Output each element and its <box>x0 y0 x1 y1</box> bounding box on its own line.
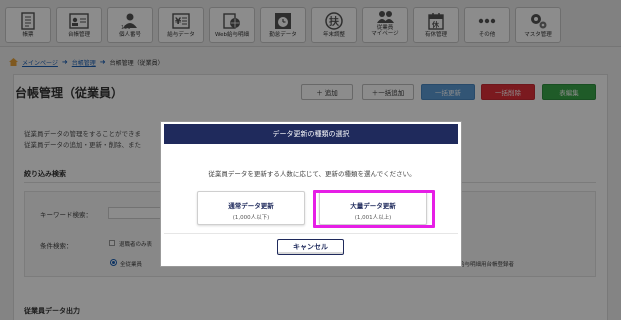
normal-update-subtitle: (1,000人以下) <box>232 215 270 221</box>
normal-update-title: 通常データ更新 <box>228 202 274 210</box>
dialog-divider <box>164 233 458 234</box>
dialog-message: 従業員データを更新する人数に応じて、更新の種類を選んでください。 <box>208 170 416 178</box>
cancel-button[interactable]: キャンセル <box>277 239 344 255</box>
highlight-box <box>313 190 435 228</box>
dialog-title: データ更新の種類の選択 <box>164 124 458 144</box>
normal-update-option[interactable]: 通常データ更新 (1,000人以下) <box>197 191 305 225</box>
